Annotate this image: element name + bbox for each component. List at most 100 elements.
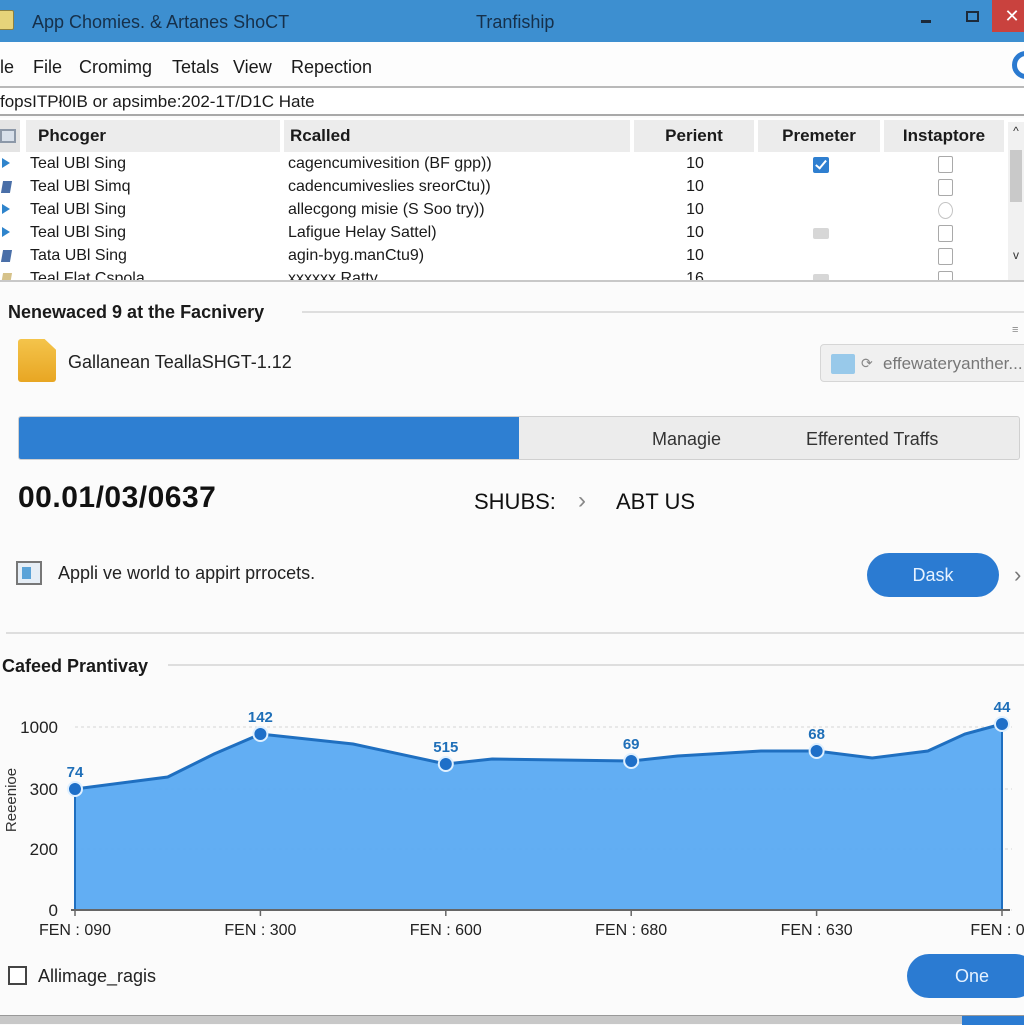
row-desc: agin-byg.manCtu9) [288,247,425,264]
share-link-field[interactable]: ⟳ effewateryanther... [820,344,1024,382]
maximize-button[interactable] [950,0,994,32]
y-tick-label: 0 [49,901,58,920]
document-icon[interactable] [938,248,953,265]
x-tick-label: FEN : 00 [970,922,1024,939]
tab-efferented-traffs[interactable]: Efferented Traffs [806,429,938,450]
column-header-rcalled[interactable]: Rcalled [284,120,632,152]
menu-item-cromimg[interactable]: Cromimg [79,57,152,78]
scroll-thumb[interactable] [1010,150,1022,202]
chevron-right-icon[interactable]: › [1014,562,1021,588]
data-label: 142 [248,709,273,726]
row-desc: cadencumiveslies sreorCtu)) [288,178,491,195]
row-desc: xxxxxx Ratty [288,270,378,282]
window-subtitle: Tranfiship [476,12,555,32]
minimize-button[interactable] [904,0,948,32]
x-tick-label: FEN : 600 [410,922,482,939]
row-name: Teal Flat Cspola [30,270,145,282]
path-bar[interactable]: fopsITPł0IB or apsimbe:202-1T/D1C Hate [0,88,1024,116]
allimage-checkbox[interactable] [8,966,27,985]
folder-icon [0,273,13,280]
tab-managie[interactable]: Managie [652,429,721,450]
allimage-checkbox-label[interactable]: Allimage_ragis [38,966,156,987]
play-icon [2,204,10,214]
table-scrollbar[interactable]: ^ v [1008,122,1024,280]
column-header-phcoger[interactable]: Phcoger [26,120,282,152]
play-icon [2,227,10,237]
row-perient: 10 [686,178,704,195]
file-table: Phcoger Rcalled Perient Premeter Instapt… [0,118,1024,282]
one-button[interactable]: One [907,954,1024,998]
row-desc: Lafigue Helay Sattel) [288,224,437,241]
data-point [808,743,825,759]
row-name: Tata UBl Sing [30,247,127,264]
y-tick-label: 1000 [20,718,58,737]
table-row[interactable]: Teal UBl Sing Lafigue Helay Sattel) 10 [0,222,1006,245]
window-title: App Chomies. & Artanes ShoCT [32,12,290,32]
x-tick-label: FEN : 300 [224,922,296,939]
table-header: Phcoger Rcalled Perient Premeter Instapt… [0,120,1006,152]
row-name: Teal UBl Sing [30,155,127,172]
menu-bar: ile File Cromimg Tetals View Repection [0,42,1024,88]
menu-item-view[interactable]: View [233,57,272,78]
menu-icon[interactable]: ≡ [1012,324,1024,336]
row-desc: cagencumivesition (BF gpp)) [288,155,492,172]
scroll-up-icon[interactable]: ^ [1008,124,1024,138]
document-icon[interactable] [938,156,953,173]
scroll-down-icon[interactable]: v [1008,248,1024,262]
menu-item-ile[interactable]: ile [0,57,14,78]
folder-icon [831,354,855,374]
select-column-header[interactable] [0,120,22,152]
divider [302,311,1024,313]
x-tick-label: FEN : 680 [595,922,667,939]
file-icon [18,339,56,382]
data-label: 44 [994,700,1011,716]
premeter-indicator[interactable] [813,274,829,280]
close-button[interactable]: ✕ [992,0,1024,32]
column-header-perient[interactable]: Perient [634,120,756,152]
document-icon[interactable] [938,179,953,196]
table-row[interactable]: Tata UBl Sing agin-byg.manCtu9) 10 [0,245,1006,268]
area-chart: 0 200 300 1000 Reeenioe 74 142 515 69 68 44 FEN : 0… [3,700,1024,939]
data-label: 68 [808,726,825,743]
path-text: fopsITPł0IB or apsimbe:202-1T/D1C Hate [0,92,315,111]
premeter-indicator[interactable] [813,228,829,239]
dask-button[interactable]: Dask [867,553,999,597]
breadcrumb-current: ABT US [616,489,696,514]
document-icon[interactable] [938,225,953,242]
divider [168,664,1024,666]
column-header-instaptore[interactable]: Instaptore [884,120,1006,152]
file-name[interactable]: Gallanean TeallaSHGT-1.12 [68,352,292,373]
x-tick-label: FEN : 630 [781,922,853,939]
maximize-icon [965,10,979,22]
link-icon: ⟳ [861,355,873,371]
refresh-icon[interactable] [938,202,953,219]
table-row[interactable]: Teal UBl Sing cagencumivesition (BF gpp)… [0,153,1006,176]
data-point [994,716,1010,732]
menu-item-file[interactable]: File [33,57,62,78]
table-row[interactable]: Teal Flat Cspola xxxxxx Ratty 16 [0,268,1006,282]
y-axis-label: Reeenioe [3,768,20,832]
x-tick-label: FEN : 090 [39,922,111,939]
data-label: 74 [67,764,84,781]
table-row[interactable]: Teal UBl Simq cadencumiveslies sreorCtu)… [0,176,1006,199]
document-icon[interactable] [938,271,953,280]
chart-section-title: Cafeed Prantivay [2,656,149,676]
document-icon [0,250,13,262]
menu-item-tetals[interactable]: Tetals [172,57,219,78]
close-icon: ✕ [1004,5,1020,26]
menu-item-repection[interactable]: Repection [291,57,372,78]
record-id: 00.01/03/0637 [18,481,217,514]
row-perient: 16 [686,270,704,282]
document-icon [0,181,13,193]
row-name: Teal UBl Sing [30,201,127,218]
table-row[interactable]: Teal UBl Sing allecgong misie (S Soo try… [0,199,1006,222]
divider [6,632,1024,634]
data-point [623,753,640,769]
detail-section-title: Nenewaced 9 at the Facnivery [8,302,265,322]
premeter-checkbox[interactable] [813,157,829,173]
progress-bar: Managie Efferented Traffs [18,416,1020,460]
column-header-premeter[interactable]: Premeter [758,120,882,152]
breadcrumb-parent[interactable]: SHUBS: [474,489,556,515]
row-perient: 10 [686,155,704,172]
help-icon[interactable] [1012,51,1024,79]
